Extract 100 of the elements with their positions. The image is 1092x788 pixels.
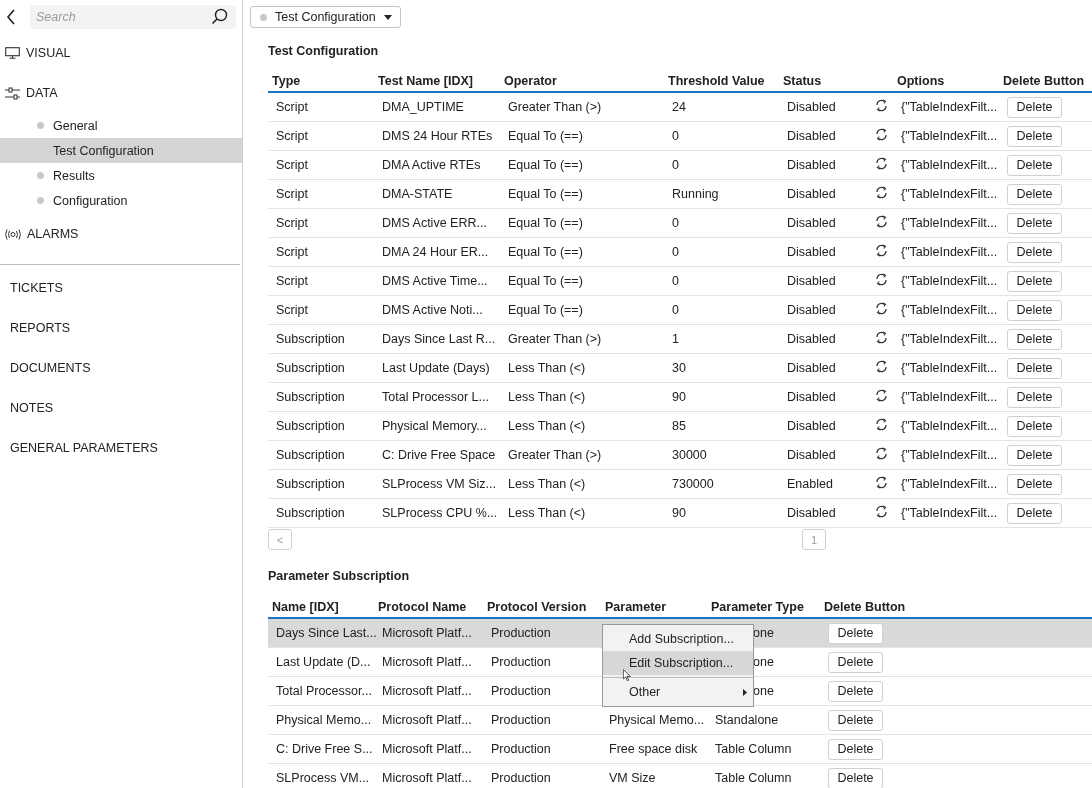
table-cell-text: 30 — [671, 361, 687, 375]
table-cell: VM Size — [609, 771, 656, 785]
table-cell-text: Greater Than (>) — [507, 100, 603, 114]
table-cell-text: Script — [275, 245, 309, 259]
table-cell-text: Microsoft Platf... — [381, 626, 473, 640]
table-cell-text: DMA_UPTIME — [381, 100, 465, 114]
table-cell-text: 30000 — [671, 448, 708, 462]
table-cell-text: DMS Active ERR... — [381, 216, 488, 230]
table-cell-text: Equal To (==) — [507, 158, 584, 172]
table-cell-text: Production — [490, 655, 552, 669]
table-cell-text: Disabled — [786, 158, 837, 172]
table-cell-text: 0 — [671, 158, 680, 172]
table-cell-text: DMS Active Noti... — [381, 303, 484, 317]
table-cell-text: {"TableIndexFilt... — [900, 216, 999, 230]
table-cell-text: Disabled — [786, 245, 837, 259]
table-cell-text: Total Processor L... — [381, 390, 490, 404]
table-cell-text: Total Processor... — [275, 684, 373, 698]
table-cell-text: Equal To (==) — [507, 303, 584, 317]
table-cell-text: {"TableIndexFilt... — [900, 361, 999, 375]
table-cell-text: DMS Active Time... — [381, 274, 489, 288]
table-cell-text: SLProcess VM Siz... — [381, 477, 497, 491]
table-cell-text: Microsoft Platf... — [381, 655, 473, 669]
table-cell-text: Subscription — [275, 390, 346, 404]
table-cell-text: {"TableIndexFilt... — [900, 448, 999, 462]
table-cell-text: Disabled — [786, 390, 837, 404]
table-cell-text: Equal To (==) — [507, 274, 584, 288]
table-cell: Table Column — [715, 742, 792, 756]
table-cell-text: Less Than (<) — [507, 506, 587, 520]
table-cell-text: 0 — [671, 245, 680, 259]
table-cell-text: Less Than (<) — [507, 361, 587, 375]
table-cell-text: Disabled — [786, 419, 837, 433]
section-title: Test Configuration — [268, 44, 380, 58]
table-cell: Free space disk — [609, 742, 698, 756]
table-cell-text: 0 — [671, 129, 680, 143]
table-cell-text: DMS 24 Hour RTEs — [381, 129, 494, 143]
table-cell-text: Production — [490, 742, 552, 756]
table-cell-text: Disabled — [786, 216, 837, 230]
table-cell-text: Disabled — [786, 129, 837, 143]
table-cell-text: DMA-STATE — [381, 187, 454, 201]
table-cell-text: Last Update (Days) — [381, 361, 491, 375]
table-cell-text: 90 — [671, 506, 687, 520]
table-cell-text: Script — [275, 158, 309, 172]
table-cell-text: {"TableIndexFilt... — [900, 274, 999, 288]
table-cell-text: 0 — [671, 216, 680, 230]
table-cell-text: Script — [275, 129, 309, 143]
table-cell-text: Days Since Last R... — [381, 332, 497, 346]
table-cell-text: 730000 — [671, 477, 715, 491]
table-cell-text: {"TableIndexFilt... — [900, 303, 999, 317]
table-cell-text: Physical Memo... — [275, 713, 373, 727]
table-cell-text: Disabled — [786, 187, 837, 201]
table-cell-text: 85 — [671, 419, 687, 433]
table-cell-text: Disabled — [786, 361, 837, 375]
table-cell-text: 0 — [671, 303, 680, 317]
section-title: Parameter Subscription — [268, 569, 410, 583]
table-cell: one — [753, 655, 774, 669]
table-cell-text: {"TableIndexFilt... — [900, 506, 999, 520]
table-cell-text: C: Drive Free S... — [275, 742, 374, 756]
table-cell-text: {"TableIndexFilt... — [900, 187, 999, 201]
table-cell-text: Script — [275, 187, 309, 201]
table-cell-text: Script — [275, 216, 309, 230]
table-cell-text: Equal To (==) — [507, 245, 584, 259]
table-cell-text: Disabled — [786, 274, 837, 288]
table-cell-text: Script — [275, 274, 309, 288]
table-cell-text: Subscription — [275, 448, 346, 462]
table-cell-text: DMA 24 Hour ER... — [381, 245, 490, 259]
table-cell-text: Equal To (==) — [507, 216, 584, 230]
table-cell-text: Production — [490, 771, 552, 785]
table-cell-text: Days Since Last... — [275, 626, 374, 640]
table-cell-text: Greater Than (>) — [507, 332, 603, 346]
table-cell-text: Less Than (<) — [507, 390, 587, 404]
table-cell-text: Script — [275, 303, 309, 317]
table-cell-text: Microsoft Platf... — [381, 684, 473, 698]
table-cell-text: 24 — [671, 100, 687, 114]
table-cell-text: SLProcess VM... — [275, 771, 371, 785]
table-cell-text: 1 — [671, 332, 680, 346]
table-cell-text: {"TableIndexFilt... — [900, 245, 999, 259]
table-cell-text: DMA Active RTEs — [381, 158, 482, 172]
table-cell-text: Disabled — [786, 100, 837, 114]
table-cell-text: Microsoft Platf... — [381, 713, 473, 727]
table-cell-text: Subscription — [275, 419, 346, 433]
table-cell: one — [753, 684, 774, 698]
table-cell: Physical Memo... — [609, 713, 705, 727]
table-cell-text: {"TableIndexFilt... — [900, 158, 999, 172]
table-cell-text: Subscription — [275, 506, 346, 520]
table-cell-text: Greater Than (>) — [507, 448, 603, 462]
table-cell: Table Column — [715, 771, 792, 785]
table-cell-text: Disabled — [786, 303, 837, 317]
table-cell-text: Enabled — [786, 477, 834, 491]
table-cell-text: Running — [671, 187, 720, 201]
table-cell: Standalone — [715, 713, 779, 727]
table-cell-text: {"TableIndexFilt... — [900, 129, 999, 143]
table-cell-text: Last Update (D... — [275, 655, 372, 669]
table-cell-text: Equal To (==) — [507, 129, 584, 143]
table-cell-text: Production — [490, 684, 552, 698]
table-cell-text: Microsoft Platf... — [381, 742, 473, 756]
table-cell-text: Disabled — [786, 332, 837, 346]
table-cell-text: Disabled — [786, 448, 837, 462]
table-cell-text: Physical Memory... — [381, 419, 488, 433]
table-cell-text: {"TableIndexFilt... — [900, 100, 999, 114]
table-cell-text: Script — [275, 100, 309, 114]
